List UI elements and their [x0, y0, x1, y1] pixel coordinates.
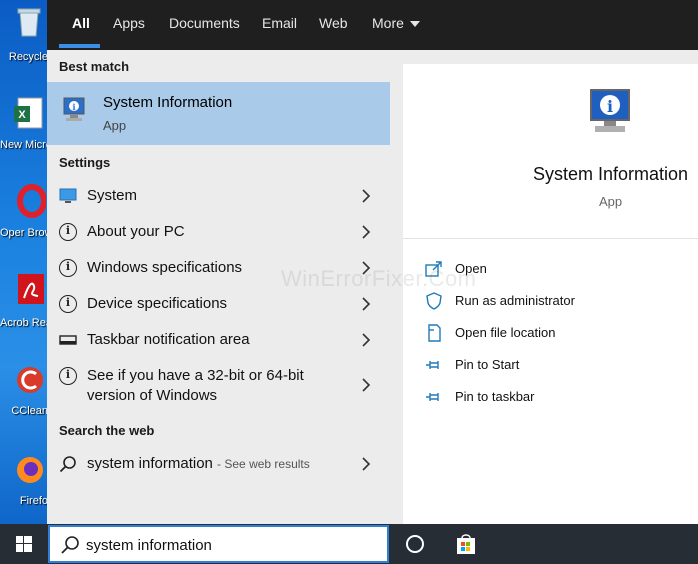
settings-item-label: Windows specifications: [87, 259, 243, 276]
settings-item-about-your-pc[interactable]: i About your PC: [47, 214, 390, 250]
pin-icon: [426, 393, 439, 401]
preview-divider: [403, 238, 698, 239]
watermark-text: WinErrorFixer.Com: [281, 266, 477, 291]
settings-item-32-or-64-bit[interactable]: i See if you have a 32-bit or 64-bit ver…: [47, 358, 390, 408]
system-information-icon: i: [590, 89, 630, 132]
desktop: Recycle X New Microsof Oper Brows Acrob …: [0, 0, 48, 524]
chevron-right-icon: [362, 225, 371, 239]
action-run-as-administrator-label: Run as administrator: [455, 293, 575, 308]
search-icon: [61, 536, 79, 554]
section-settings: Settings: [59, 155, 111, 170]
search-tabs: All Apps Documents Email Web More: [47, 0, 698, 50]
tab-documents[interactable]: Documents: [169, 0, 240, 50]
best-match-title: System Information: [103, 94, 233, 111]
search-panel: All Apps Documents Email Web More Best m…: [47, 0, 698, 524]
tab-web[interactable]: Web: [319, 0, 348, 50]
action-pin-to-start[interactable]: Pin to Start: [425, 354, 685, 378]
settings-item-label: Device specifications: [87, 295, 228, 312]
settings-item-taskbar-notification-area[interactable]: Taskbar notification area: [47, 322, 390, 358]
taskbar: [0, 524, 698, 564]
web-search-hint: - See web results: [217, 457, 310, 471]
store-icon[interactable]: [454, 532, 478, 556]
section-search-the-web: Search the web: [59, 423, 155, 438]
chevron-right-icon: [362, 297, 371, 311]
windows-start-icon[interactable]: [0, 524, 48, 564]
info-icon: i: [59, 295, 77, 313]
action-pin-to-start-label: Pin to Start: [455, 357, 520, 372]
firefox-icon: [17, 457, 43, 483]
action-run-as-administrator[interactable]: Run as administrator: [425, 290, 685, 314]
acrobat-icon: [18, 274, 44, 304]
ccleaner-icon: [17, 367, 43, 393]
best-match-subtitle: App: [103, 118, 127, 133]
settings-item-label: Taskbar notification area: [87, 331, 250, 348]
chevron-right-icon: [362, 378, 371, 392]
preview-subtitle: App: [599, 194, 623, 209]
svg-text:i: i: [607, 97, 613, 116]
settings-item-label-line1: See if you have a 32-bit or 64-bit: [87, 367, 304, 384]
web-search-query: system information: [87, 455, 213, 472]
svg-text:i: i: [72, 102, 75, 112]
chevron-right-icon: [362, 189, 371, 203]
active-tab-indicator: [59, 44, 100, 48]
chevron-down-icon: [409, 21, 420, 28]
taskbar-search-box[interactable]: [48, 525, 389, 563]
system-information-icon: i: [63, 97, 85, 121]
tab-email[interactable]: Email: [262, 0, 297, 50]
settings-item-system[interactable]: System: [47, 178, 390, 214]
action-pin-to-taskbar-label: Pin to taskbar: [455, 389, 535, 404]
action-pin-to-taskbar[interactable]: Pin to taskbar: [425, 386, 685, 410]
monitor-icon: [59, 188, 77, 203]
pin-icon: [426, 361, 439, 369]
chevron-right-icon: [362, 333, 371, 347]
web-search-text: system information - See web results: [87, 455, 310, 472]
tab-apps[interactable]: Apps: [113, 0, 145, 50]
taskbar-icon: [59, 335, 77, 345]
settings-item-label: System: [87, 187, 138, 204]
recycle-bin-icon: [17, 8, 41, 37]
action-open-file-location[interactable]: Open file location: [425, 322, 685, 346]
tab-more[interactable]: More: [372, 0, 420, 50]
section-best-match: Best match: [59, 59, 130, 74]
best-match-item[interactable]: i System Information App: [47, 82, 390, 145]
preview-pane: i System Information App Open Run as adm…: [403, 64, 698, 524]
info-icon: i: [59, 367, 77, 385]
opera-icon: [17, 184, 46, 218]
web-search-item[interactable]: system information - See web results: [47, 446, 390, 482]
shield-icon: [426, 292, 442, 310]
search-input[interactable]: [86, 533, 376, 557]
file-location-icon: [428, 324, 441, 342]
tab-all[interactable]: All: [72, 0, 90, 50]
info-icon: i: [59, 259, 77, 277]
search-icon: [59, 456, 76, 473]
cortana-icon[interactable]: [406, 535, 424, 553]
settings-item-label-line2: version of Windows: [87, 387, 218, 404]
chevron-right-icon: [362, 457, 371, 471]
preview-title: System Information: [533, 164, 689, 184]
action-open-file-location-label: Open file location: [455, 325, 556, 340]
svg-text:X: X: [18, 109, 26, 121]
excel-file-icon: X: [14, 97, 43, 129]
tab-more-label: More: [372, 15, 404, 31]
settings-item-label: About your PC: [87, 223, 185, 240]
info-icon: i: [59, 223, 77, 241]
